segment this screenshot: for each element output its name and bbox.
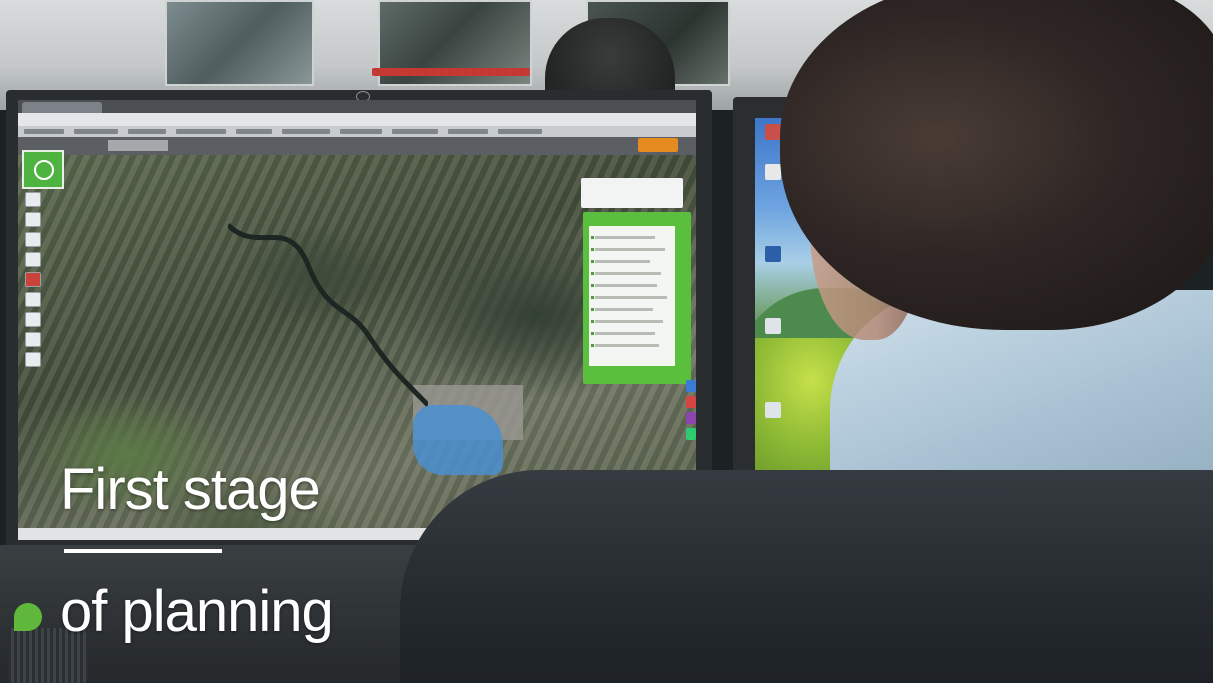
layer-item bbox=[595, 236, 655, 239]
layer-item bbox=[595, 320, 663, 323]
map-tool-icon[interactable] bbox=[25, 272, 41, 287]
green-desk-item bbox=[14, 603, 42, 631]
river-path bbox=[228, 223, 428, 407]
layer-checkbox[interactable] bbox=[591, 236, 594, 239]
layer-checkbox[interactable] bbox=[591, 260, 594, 263]
map-tool-icon[interactable] bbox=[25, 312, 41, 327]
chair-back bbox=[400, 470, 1213, 683]
map-tool-icon[interactable] bbox=[25, 192, 41, 207]
video-frame: First stage of planning bbox=[0, 0, 1213, 683]
bookmark-item bbox=[74, 129, 118, 134]
app-header-accent bbox=[638, 138, 678, 152]
flood-zone-overlay bbox=[413, 405, 503, 475]
layer-checkbox[interactable] bbox=[591, 272, 594, 275]
map-tool-icon[interactable] bbox=[25, 232, 41, 247]
map-tool-icon[interactable] bbox=[25, 212, 41, 227]
layer-search-box bbox=[581, 178, 683, 208]
bookmark-item bbox=[176, 129, 226, 134]
bookmark-item bbox=[282, 129, 330, 134]
layer-checkbox[interactable] bbox=[591, 344, 594, 347]
layer-checkbox[interactable] bbox=[591, 332, 594, 335]
red-strip bbox=[372, 68, 530, 76]
map-tool-icon[interactable] bbox=[686, 380, 696, 392]
browser-bookmarks-bar bbox=[18, 126, 696, 137]
layer-checkbox[interactable] bbox=[591, 308, 594, 311]
desktop-icon[interactable] bbox=[765, 164, 781, 180]
layer-list bbox=[589, 226, 675, 366]
bookmark-item bbox=[392, 129, 438, 134]
layer-checkbox[interactable] bbox=[591, 320, 594, 323]
side-icon-column bbox=[686, 380, 696, 444]
layer-item bbox=[595, 272, 661, 275]
layer-item bbox=[595, 260, 650, 263]
bookmark-item bbox=[128, 129, 166, 134]
browser-address-bar bbox=[18, 113, 696, 126]
layer-checkbox[interactable] bbox=[591, 296, 594, 299]
layer-item bbox=[595, 296, 667, 299]
map-tool-icon[interactable] bbox=[686, 396, 696, 408]
desktop-icon[interactable] bbox=[765, 402, 781, 418]
desktop-icon[interactable] bbox=[765, 124, 781, 140]
layer-panel bbox=[583, 212, 691, 384]
layer-item bbox=[595, 248, 665, 251]
layer-item bbox=[595, 308, 653, 311]
bookmark-item bbox=[498, 129, 542, 134]
caption-line-2: of planning bbox=[60, 579, 334, 644]
map-tool-icon[interactable] bbox=[25, 332, 41, 347]
layer-item bbox=[595, 332, 655, 335]
desktop-icon[interactable] bbox=[765, 246, 781, 262]
map-tool-icon[interactable] bbox=[686, 412, 696, 424]
app-logo-icon bbox=[22, 150, 64, 189]
layer-checkbox[interactable] bbox=[591, 248, 594, 251]
browser-tab bbox=[22, 102, 102, 113]
bookmark-item bbox=[340, 129, 382, 134]
desktop-icon[interactable] bbox=[765, 318, 781, 334]
app-brand bbox=[108, 140, 168, 151]
map-tool-icon[interactable] bbox=[25, 252, 41, 267]
map-toolbar bbox=[25, 192, 41, 372]
layer-item bbox=[595, 284, 657, 287]
bookmark-item bbox=[24, 129, 64, 134]
layer-checkbox[interactable] bbox=[591, 284, 594, 287]
caption-line-1: First stage bbox=[60, 457, 321, 522]
bookmark-item bbox=[236, 129, 272, 134]
caption-divider bbox=[64, 549, 222, 553]
layer-item bbox=[595, 344, 659, 347]
wall-poster bbox=[165, 0, 314, 86]
map-tool-icon[interactable] bbox=[686, 428, 696, 440]
map-tool-icon[interactable] bbox=[25, 352, 41, 367]
map-tool-icon[interactable] bbox=[25, 292, 41, 307]
browser-tab-bar bbox=[18, 100, 696, 113]
bookmark-item bbox=[448, 129, 488, 134]
